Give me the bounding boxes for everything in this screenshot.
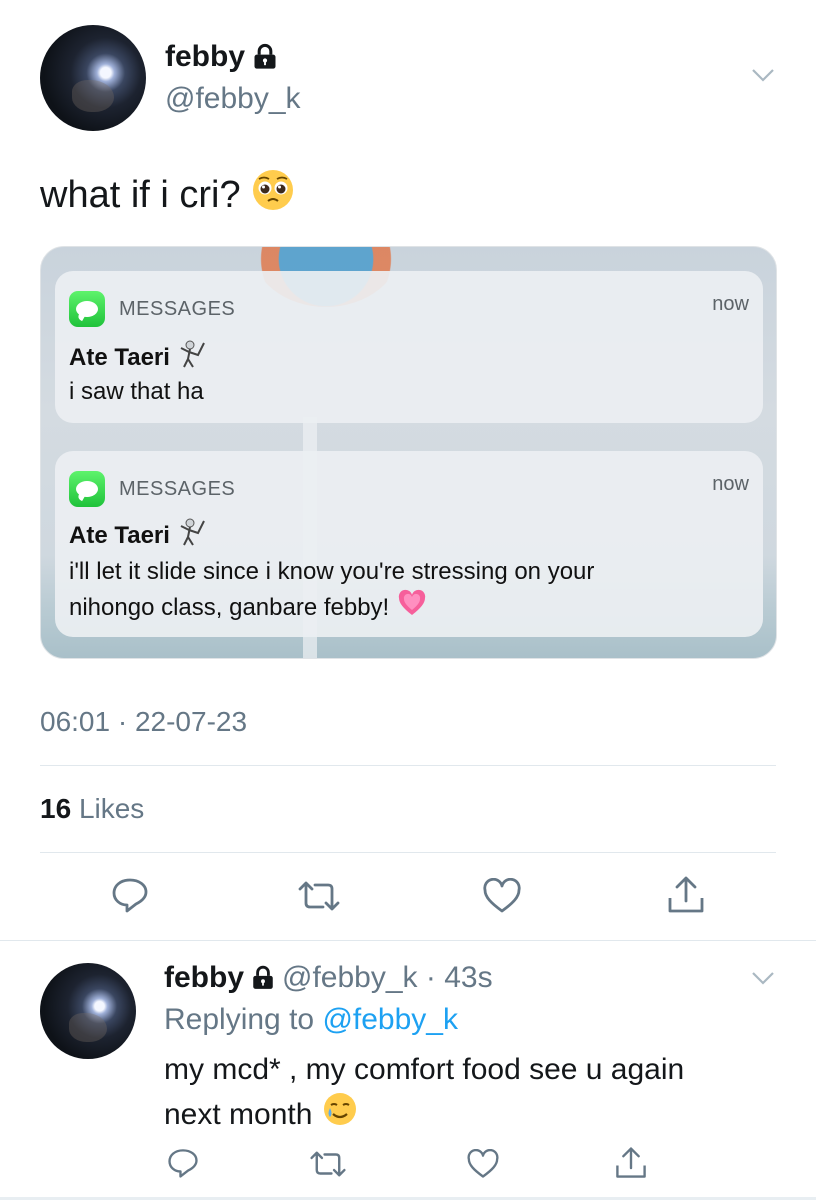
- display-name[interactable]: febby: [165, 40, 245, 74]
- sender-name: Ate Taeri: [69, 521, 170, 549]
- retweet-button[interactable]: [308, 1148, 348, 1180]
- notification-body-line: i saw that ha: [69, 378, 204, 405]
- reply-tweet[interactable]: febby @febby_k · 43s Replying to @febby_…: [0, 941, 816, 1200]
- author-handle[interactable]: @febby_k: [165, 82, 301, 116]
- replying-mention[interactable]: @febby_k: [322, 1003, 458, 1036]
- likes-count[interactable]: 16 Likes: [40, 793, 144, 825]
- retweet-button[interactable]: [296, 877, 342, 915]
- notification-sender: Ate Taeri: [69, 339, 206, 376]
- tweet-text: what if i cri?: [40, 168, 295, 222]
- notification-app-name: MESSAGES: [119, 477, 236, 500]
- replying-prefix: Replying to: [164, 1003, 315, 1036]
- heart-icon: [483, 878, 521, 913]
- reply-button[interactable]: [164, 1146, 202, 1180]
- like-button[interactable]: [480, 876, 524, 916]
- divider: [40, 765, 776, 766]
- notification-card-1: MESSAGES now Ate Taeri i saw that ha: [55, 271, 763, 423]
- tweet-timestamp[interactable]: 06:01 · 22-07-23: [40, 706, 247, 738]
- reply-button[interactable]: [108, 875, 152, 915]
- notification-header: MESSAGES: [69, 471, 235, 507]
- notification-time: now: [712, 473, 749, 495]
- sender-name: Ate Taeri: [69, 343, 170, 371]
- fencer-emoji: [176, 517, 206, 554]
- reply-display-name[interactable]: febby: [164, 961, 244, 995]
- tweet-text-content: what if i cri?: [40, 173, 241, 216]
- fencer-emoji: [176, 339, 206, 376]
- chevron-down-icon[interactable]: [748, 64, 778, 91]
- messages-app-icon: [69, 291, 105, 327]
- likes-number: 16: [40, 793, 72, 824]
- like-button[interactable]: [464, 1147, 502, 1181]
- messages-app-icon: [69, 471, 105, 507]
- reply-handle-time[interactable]: @febby_k · 43s: [282, 961, 493, 995]
- lock-icon: [251, 43, 279, 71]
- notification-sender: Ate Taeri: [69, 517, 206, 554]
- divider: [40, 852, 776, 853]
- main-tweet: febby @febby_k what if i cri? MESSAGES n…: [0, 0, 816, 940]
- chevron-down-icon[interactable]: [748, 967, 778, 994]
- notification-time: now: [712, 293, 749, 315]
- reply-icon: [168, 1149, 198, 1178]
- retweet-icon: [298, 881, 340, 911]
- share-button[interactable]: [612, 1144, 650, 1182]
- replying-to: Replying to @febby_k: [164, 1003, 458, 1037]
- notification-app-name: MESSAGES: [119, 297, 236, 320]
- retweet-icon: [310, 1151, 346, 1177]
- author-name-row: febby: [165, 40, 279, 74]
- heart-icon: [467, 1149, 499, 1178]
- smiling-tear-emoji: [322, 1091, 358, 1139]
- notification-body-line: i'll let it slide since i know you're st…: [69, 558, 595, 585]
- reply-avatar[interactable]: [40, 963, 136, 1059]
- reply-author-row: febby @febby_k · 43s: [164, 961, 493, 995]
- reply-text-line: my mcd* , my comfort food see u again: [164, 1053, 685, 1086]
- share-icon: [668, 876, 704, 913]
- growing-heart-emoji: [397, 589, 427, 627]
- share-button[interactable]: [664, 873, 708, 917]
- pleading-face-emoji: [251, 168, 295, 222]
- tweet-media-image[interactable]: MESSAGES now Ate Taeri i saw that ha MES…: [40, 246, 777, 659]
- notification-body-text: nihongo class, ganbare febby!: [69, 594, 390, 621]
- notification-card-2: MESSAGES now Ate Taeri i'll let it slide…: [55, 451, 763, 637]
- avatar[interactable]: [40, 25, 146, 131]
- notification-body-line: nihongo class, ganbare febby!: [69, 589, 427, 627]
- reply-text: my mcd* , my comfort food see u again ne…: [164, 1049, 764, 1139]
- share-icon: [616, 1147, 646, 1178]
- lock-icon: [250, 965, 276, 991]
- reply-icon: [112, 878, 148, 913]
- likes-label: Likes: [78, 793, 145, 824]
- notification-header: MESSAGES: [69, 291, 235, 327]
- reply-text-content: next month: [164, 1098, 313, 1131]
- reply-text-line-2: next month: [164, 1091, 764, 1139]
